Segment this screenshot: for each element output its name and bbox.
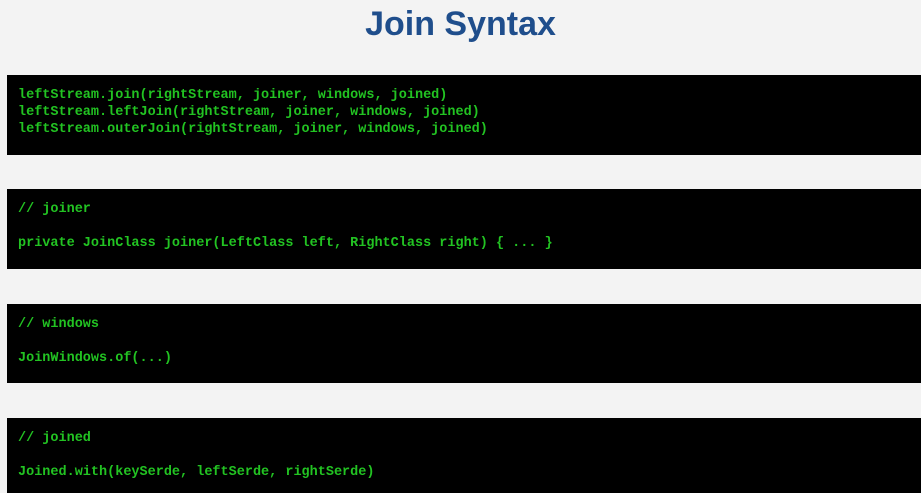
code-spacer	[18, 333, 921, 350]
code-spacer	[18, 447, 921, 464]
join-line: leftStream.join(rightStream, joiner, win…	[18, 88, 448, 103]
code-spacer	[18, 218, 921, 235]
slide-title: Join Syntax	[365, 5, 556, 43]
left-join-line: leftStream.leftJoin(rightStream, joiner,…	[18, 105, 480, 120]
windows-code-line: JoinWindows.of(...)	[18, 351, 172, 366]
windows-code-block: // windows JoinWindows.of(...)	[7, 304, 921, 383]
joiner-comment: // joiner	[18, 202, 91, 217]
windows-comment: // windows	[18, 317, 100, 332]
joined-code-line: Joined.with(keySerde, leftSerde, rightSe…	[18, 465, 375, 480]
joined-code-block: // joined Joined.with(keySerde, leftSerd…	[7, 418, 921, 493]
outer-join-line: leftStream.outerJoin(rightStream, joiner…	[18, 122, 488, 137]
joiner-code-line: private JoinClass joiner(LeftClass left,…	[18, 236, 553, 251]
join-syntax-code-block: leftStream.join(rightStream, joiner, win…	[7, 75, 921, 155]
joiner-code-block: // joiner private JoinClass joiner(LeftC…	[7, 189, 921, 269]
joined-comment: // joined	[18, 431, 91, 446]
